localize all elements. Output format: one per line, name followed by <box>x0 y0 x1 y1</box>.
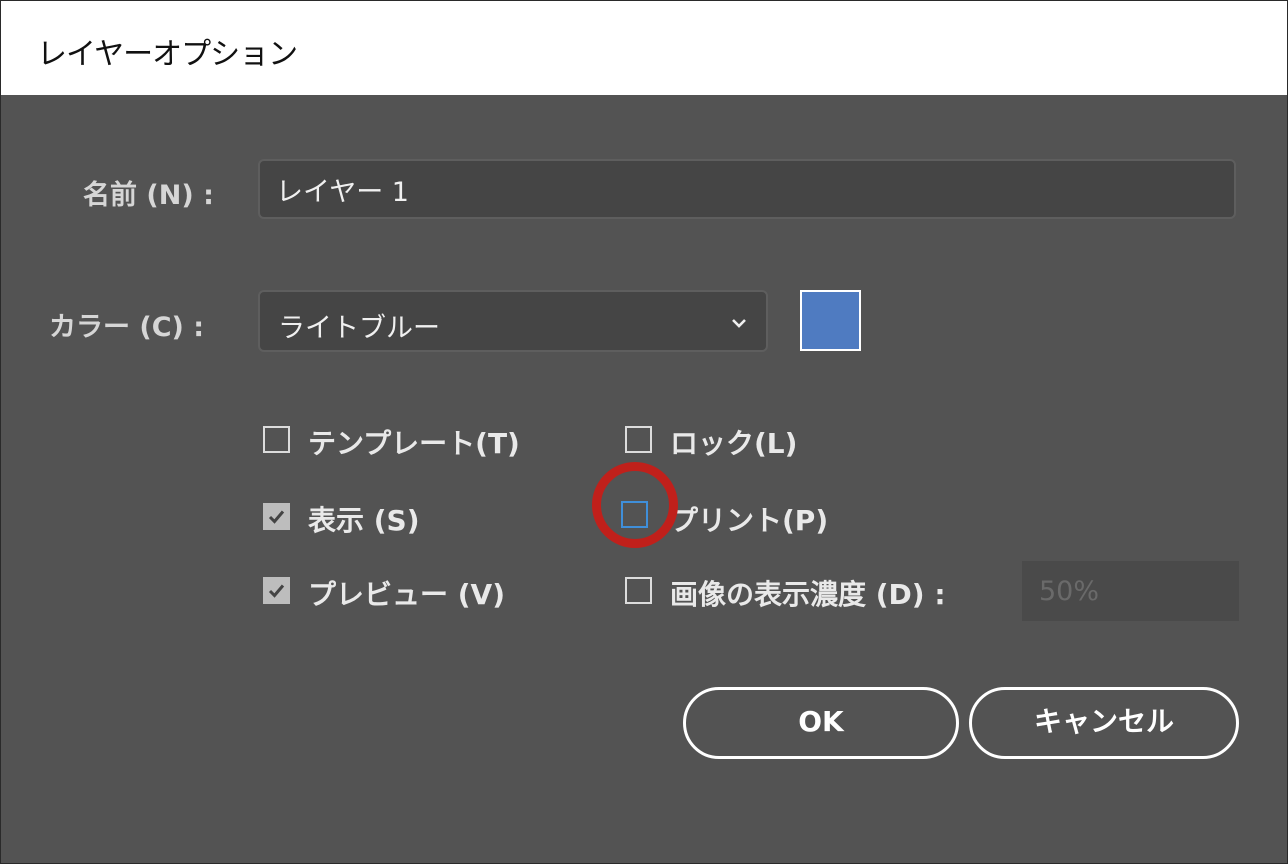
color-select-value: ライトブルー <box>278 313 440 344</box>
template-label: テンプレート(T) <box>308 427 520 460</box>
lock-label: ロック(L) <box>670 427 798 460</box>
cancel-button[interactable]: キャンセル <box>969 687 1239 759</box>
show-label: 表示 (S) <box>308 504 420 537</box>
color-label: カラー (C) : <box>49 312 205 343</box>
name-label: 名前 (N) : <box>83 180 214 211</box>
preview-checkbox[interactable] <box>263 577 290 604</box>
template-checkbox[interactable] <box>263 426 290 453</box>
checkmark-icon <box>268 510 285 524</box>
preview-label: プレビュー (V) <box>308 578 506 611</box>
name-input[interactable] <box>258 159 1236 219</box>
chevron-down-icon <box>728 312 750 334</box>
layer-options-dialog: レイヤーオプション 名前 (N) : カラー (C) : ライトブルー テンプレ… <box>0 0 1288 864</box>
title-bar: レイヤーオプション <box>1 1 1287 95</box>
dialog-title: レイヤーオプション <box>37 37 298 72</box>
show-checkbox[interactable] <box>263 503 290 530</box>
color-select[interactable]: ライトブルー <box>258 290 768 352</box>
highlight-circle <box>592 462 678 548</box>
checkmark-icon <box>268 584 285 598</box>
print-label: プリント(P) <box>670 504 829 537</box>
dim-value-field[interactable]: 50% <box>1022 561 1239 621</box>
color-swatch[interactable] <box>800 290 861 351</box>
dim-checkbox[interactable] <box>625 577 652 604</box>
ok-button[interactable]: OK <box>683 687 959 759</box>
dim-label: 画像の表示濃度 (D) : <box>670 578 946 611</box>
lock-checkbox[interactable] <box>625 426 652 453</box>
